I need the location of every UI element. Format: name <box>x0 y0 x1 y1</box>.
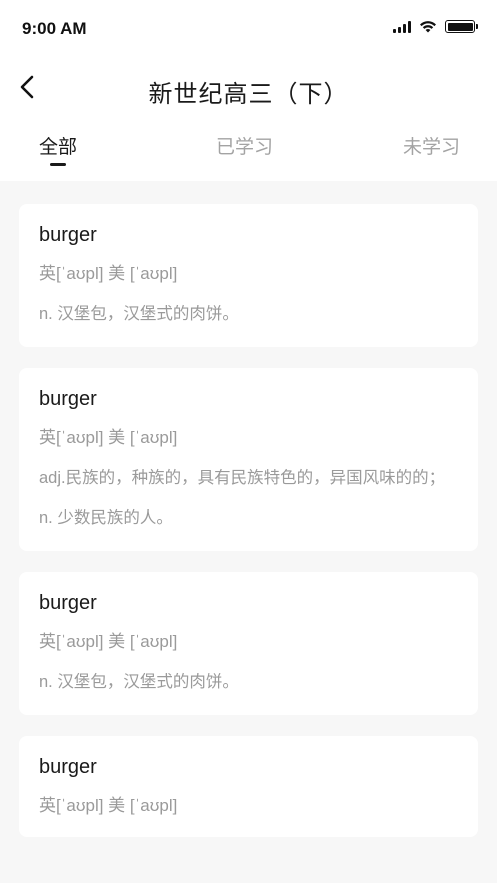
word-card[interactable]: burger 英[ˈaʊpl] 美 [ˈaʊpl] n. 汉堡包，汉堡式的肉饼。 <box>19 572 478 715</box>
word-definition: n. 少数民族的人。 <box>39 509 173 527</box>
word-title: burger <box>39 592 97 614</box>
status-bar: 9:00 AM <box>0 0 497 58</box>
word-phonetic: 英[ˈaʊpl] 美 [ˈaʊpl] <box>39 796 178 815</box>
cellular-signal-icon <box>393 20 411 33</box>
word-definition: n. 汉堡包，汉堡式的肉饼。 <box>39 305 239 323</box>
status-icons <box>393 20 478 33</box>
tab-all-label: 全部 <box>39 137 78 158</box>
tab-all[interactable]: 全部 <box>39 132 78 166</box>
wifi-icon <box>420 21 436 33</box>
word-card[interactable]: burger 英[ˈaʊpl] 美 [ˈaʊpl] adj.民族的，种族的，具有… <box>19 368 478 551</box>
word-phonetic: 英[ˈaʊpl] 美 [ˈaʊpl] <box>39 632 178 651</box>
word-list: burger 英[ˈaʊpl] 美 [ˈaʊpl] n. 汉堡包，汉堡式的肉饼。… <box>19 204 478 858</box>
tab-learned-label: 已学习 <box>216 137 274 158</box>
word-phonetic: 英[ˈaʊpl] 美 [ˈaʊpl] <box>39 428 178 447</box>
page-title: 新世纪高三（下） <box>148 81 349 108</box>
tab-unlearned[interactable]: 未学习 <box>403 132 460 159</box>
word-title: burger <box>39 388 97 410</box>
word-phonetic: 英[ˈaʊpl] 美 [ˈaʊpl] <box>39 264 178 283</box>
header: 9:00 AM 新世纪高三（下） 全部 已学习 未学习 <box>0 0 497 181</box>
word-card[interactable]: burger 英[ˈaʊpl] 美 [ˈaʊpl] <box>19 736 478 837</box>
word-definition: adj.民族的，种族的，具有民族特色的，异国风味的的； <box>39 469 446 487</box>
status-time: 9:00 AM <box>22 19 87 38</box>
tab-active-indicator <box>50 163 67 166</box>
nav-bar: 新世纪高三（下） <box>0 58 497 120</box>
word-definition: n. 汉堡包，汉堡式的肉饼。 <box>39 673 239 691</box>
tab-learned[interactable]: 已学习 <box>216 132 273 159</box>
word-title: burger <box>39 756 97 778</box>
word-card[interactable]: burger 英[ˈaʊpl] 美 [ˈaʊpl] n. 汉堡包，汉堡式的肉饼。 <box>19 204 478 347</box>
word-title: burger <box>39 224 97 246</box>
tab-unlearned-label: 未学习 <box>403 137 461 158</box>
battery-icon <box>445 20 478 33</box>
tab-bar: 全部 已学习 未学习 <box>0 120 497 181</box>
